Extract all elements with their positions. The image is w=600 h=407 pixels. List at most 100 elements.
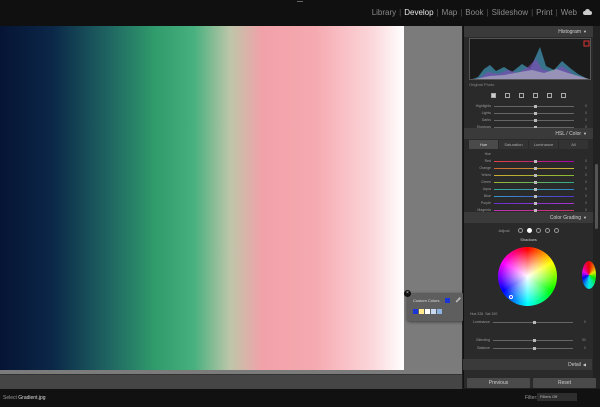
slider-track[interactable] <box>494 195 574 198</box>
close-icon[interactable]: × <box>404 290 411 297</box>
scrollbar-thumb[interactable] <box>595 164 598 229</box>
slider-knob[interactable] <box>533 347 536 350</box>
gradient-photo[interactable] <box>0 26 404 370</box>
slider-track[interactable] <box>494 188 574 191</box>
color-wheel-handle[interactable] <box>509 295 513 299</box>
midtones-wheel-icon[interactable] <box>535 227 541 233</box>
module-develop[interactable]: Develop <box>402 8 435 17</box>
reset-button[interactable]: Reset <box>533 378 596 388</box>
slider-knob[interactable] <box>534 181 537 184</box>
healing-icon[interactable] <box>519 92 524 98</box>
crop-icon[interactable] <box>505 92 510 98</box>
hsl-slider[interactable]: Red 0 <box>469 159 587 164</box>
slider-value[interactable]: 0 <box>585 166 587 170</box>
eyedropper-icon[interactable] <box>455 297 461 303</box>
highlights-wheel-icon[interactable] <box>544 227 550 233</box>
module-map[interactable]: Map <box>440 8 460 17</box>
module-slideshow[interactable]: Slideshow <box>490 8 530 17</box>
slider-track[interactable] <box>494 119 574 122</box>
edit-sliders-icon[interactable] <box>491 92 496 98</box>
slider-track[interactable] <box>494 105 574 108</box>
histogram[interactable] <box>469 38 591 80</box>
slider-track[interactable] <box>494 181 574 184</box>
luminance-slider[interactable]: Luminance 0 <box>468 320 586 325</box>
previous-button[interactable]: Previous <box>467 378 530 388</box>
slider-value[interactable]: 0 <box>585 159 587 163</box>
filter-select[interactable]: Filters Off <box>537 393 577 401</box>
color-swatch[interactable] <box>437 309 442 314</box>
masking-icon[interactable] <box>533 92 538 98</box>
three-way-view-icon[interactable] <box>517 227 523 233</box>
shadows-wheel-icon[interactable] <box>526 227 532 233</box>
tone-slider[interactable]: Highlights 0 <box>469 104 587 109</box>
slider-value[interactable]: 0 <box>585 187 587 191</box>
slider-track[interactable] <box>493 339 573 342</box>
slider-track[interactable] <box>494 112 574 115</box>
panel-scrollbar[interactable] <box>593 26 600 388</box>
slider-knob[interactable] <box>533 339 536 342</box>
shadows-color-wheel[interactable] <box>498 247 557 306</box>
cloud-icon[interactable] <box>583 9 592 15</box>
slider-value[interactable]: 0 <box>585 180 587 184</box>
slider-track[interactable] <box>494 202 574 205</box>
presets-icon[interactable] <box>561 92 566 98</box>
current-color-swatch[interactable] <box>445 298 450 303</box>
adjacent-color-wheel[interactable] <box>582 261 596 289</box>
module-print[interactable]: Print <box>534 8 554 17</box>
top-panel-toggle[interactable] <box>297 1 303 4</box>
slider-value[interactable]: 0 <box>585 194 587 198</box>
tab-luminance[interactable]: Luminance <box>529 140 558 149</box>
hsl-slider[interactable]: Green 0 <box>469 180 587 185</box>
slider-track[interactable] <box>493 347 573 350</box>
slider-knob[interactable] <box>534 160 537 163</box>
slider-track[interactable] <box>494 209 574 212</box>
slider-knob[interactable] <box>534 112 537 115</box>
color-swatch[interactable] <box>419 309 424 314</box>
slider-knob[interactable] <box>534 195 537 198</box>
color-swatch[interactable] <box>413 309 418 314</box>
histogram-header[interactable]: Histogram ▼ <box>464 26 593 37</box>
color-swatch[interactable] <box>431 309 436 314</box>
module-web[interactable]: Web <box>559 8 579 17</box>
slider-track[interactable] <box>494 167 574 170</box>
color-swatch[interactable] <box>425 309 430 314</box>
slider-value[interactable]: 0 <box>585 201 587 205</box>
slider-track[interactable] <box>493 321 573 324</box>
tab-all[interactable]: All <box>559 140 588 149</box>
slider-knob[interactable] <box>534 119 537 122</box>
module-book[interactable]: Book <box>463 8 485 17</box>
hsl-slider[interactable]: Yellow 0 <box>469 173 587 178</box>
slider-knob[interactable] <box>534 202 537 205</box>
slider-value[interactable]: 0 <box>585 173 587 177</box>
detail-header[interactable]: Detail ◀ <box>463 359 592 370</box>
hsl-slider[interactable]: Orange 0 <box>469 166 587 171</box>
slider-value[interactable]: 0 <box>585 118 587 122</box>
hue-value[interactable]: 226 <box>477 312 483 316</box>
slider-track[interactable] <box>494 160 574 163</box>
red-eye-icon[interactable] <box>547 92 552 98</box>
tone-slider[interactable]: Darks 0 <box>469 118 587 123</box>
file-name[interactable]: Gradient.jpg <box>18 395 45 401</box>
slider-value[interactable]: 0 <box>584 320 586 324</box>
module-library[interactable]: Library <box>370 8 398 17</box>
hsl-slider[interactable]: Purple 0 <box>469 201 587 206</box>
tone-slider[interactable]: Lights 0 <box>469 111 587 116</box>
slider-value[interactable]: 0 <box>585 111 587 115</box>
hsl-slider[interactable]: Aqua 0 <box>469 187 587 192</box>
slider-value[interactable]: 50 <box>582 338 586 342</box>
global-wheel-icon[interactable] <box>553 227 559 233</box>
hsl-color-header[interactable]: HSL / Color ▼ <box>464 128 593 139</box>
hsl-slider[interactable]: Blue 0 <box>469 194 587 199</box>
slider-value[interactable]: 0 <box>584 346 586 350</box>
tab-hue[interactable]: Hue <box>469 140 498 149</box>
slider-knob[interactable] <box>534 188 537 191</box>
slider-knob[interactable] <box>534 105 537 108</box>
slider-knob[interactable] <box>533 321 536 324</box>
slider-value[interactable]: 0 <box>585 104 587 108</box>
slider-knob[interactable] <box>534 167 537 170</box>
image-canvas[interactable] <box>0 26 462 388</box>
blending-slider[interactable]: Blending 50 <box>468 338 586 343</box>
tab-saturation[interactable]: Saturation <box>499 140 528 149</box>
slider-track[interactable] <box>494 174 574 177</box>
slider-knob[interactable] <box>534 174 537 177</box>
